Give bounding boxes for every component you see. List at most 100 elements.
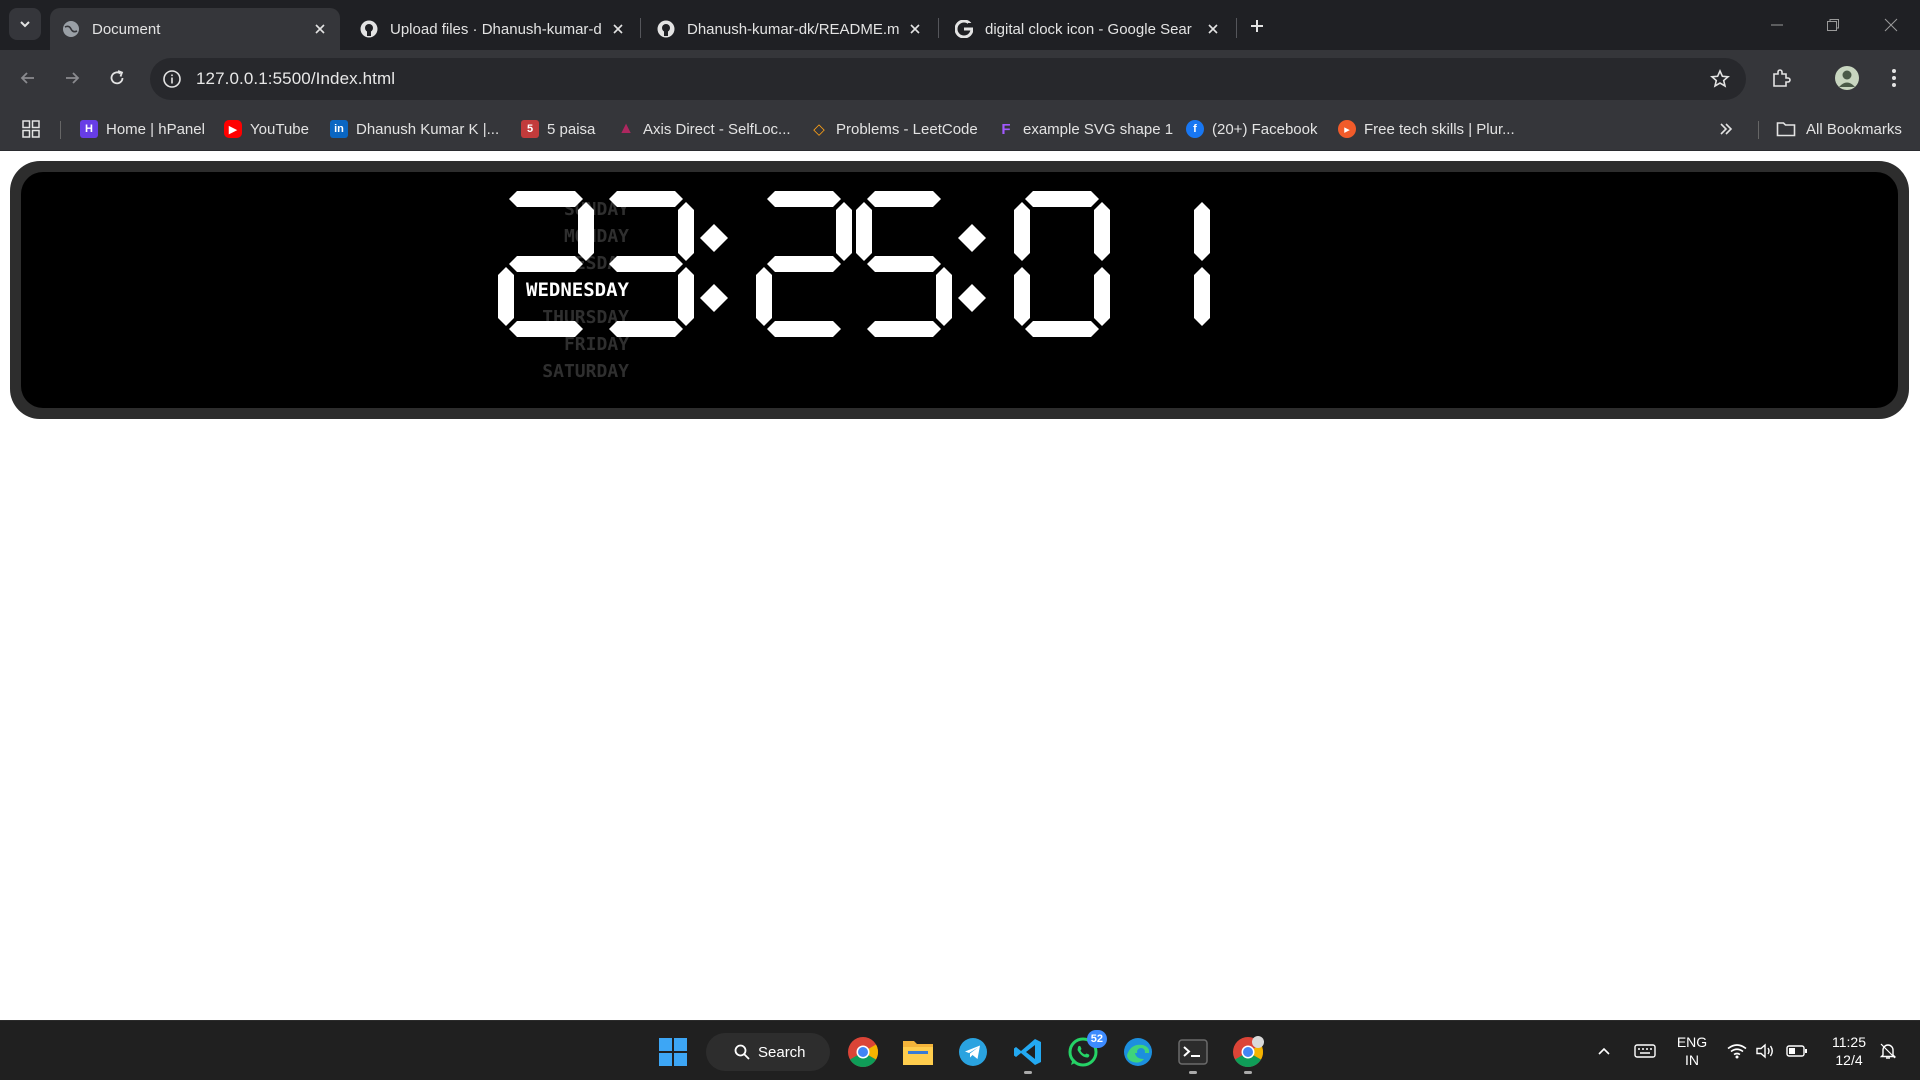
- segment-b: [1194, 202, 1210, 261]
- vscode-icon: [1014, 1039, 1041, 1065]
- menu-button[interactable]: [1878, 62, 1910, 94]
- bookmark-hpanel[interactable]: H Home | hPanel: [80, 117, 205, 141]
- taskbar-search[interactable]: Search: [706, 1033, 830, 1071]
- bookmark-star-icon[interactable]: [1708, 67, 1732, 91]
- digit-5: [1014, 191, 1110, 337]
- tab-search-button[interactable]: [9, 8, 41, 40]
- bookmark-5paisa[interactable]: 5 5 paisa: [521, 117, 595, 141]
- segment-g: [867, 256, 941, 272]
- taskbar-chrome[interactable]: [843, 1032, 883, 1072]
- arrow-right-icon: [66, 72, 80, 84]
- input-language[interactable]: ENG IN: [1672, 1033, 1712, 1069]
- tab-separator: [640, 18, 641, 38]
- segment-a: [509, 191, 583, 207]
- region-code: IN: [1685, 1052, 1699, 1068]
- taskbar-edge[interactable]: [1118, 1032, 1158, 1072]
- segment-e: [1014, 267, 1030, 326]
- bookmark-facebook[interactable]: f (20+) Facebook: [1186, 117, 1317, 141]
- bookmark-axis-direct[interactable]: ▲ Axis Direct - SelfLoc...: [617, 117, 791, 141]
- bookmark-youtube[interactable]: ▶ YouTube: [224, 117, 309, 141]
- tab-document[interactable]: Document: [50, 8, 340, 50]
- bookmark-label: Home | hPanel: [106, 120, 205, 138]
- reload-button[interactable]: [101, 62, 133, 94]
- terminal-icon: [1178, 1039, 1208, 1065]
- linkedin-icon: in: [330, 120, 348, 138]
- reload-icon: [110, 70, 124, 85]
- back-button[interactable]: [12, 62, 44, 94]
- globe-icon: [62, 20, 80, 38]
- github-icon: [657, 20, 675, 38]
- forward-button[interactable]: [56, 62, 88, 94]
- time-digits: [498, 191, 1210, 337]
- extensions-button[interactable]: [1765, 62, 1797, 94]
- colon-1-dot-2: [700, 284, 728, 312]
- digit-1: [498, 191, 594, 337]
- close-icon[interactable]: [608, 19, 628, 39]
- bookmarks-separator: [1758, 121, 1759, 139]
- digit-6: [1194, 202, 1210, 326]
- digit-3: [756, 191, 852, 337]
- file-explorer-icon: [903, 1041, 933, 1065]
- bookmarks-overflow-button[interactable]: [1718, 117, 1734, 141]
- bookmark-pluralsight[interactable]: ▸ Free tech skills | Plur...: [1338, 117, 1515, 141]
- bookmark-label: YouTube: [250, 120, 309, 138]
- notification-center-button[interactable]: [1874, 1031, 1902, 1071]
- google-icon: [955, 20, 973, 38]
- taskbar-chrome-profile[interactable]: [1228, 1032, 1268, 1072]
- segment-b: [1094, 202, 1110, 261]
- minimize-icon: [1771, 24, 1783, 26]
- site-info-icon[interactable]: [160, 67, 184, 91]
- colon-2-dot-1: [958, 224, 986, 252]
- volume-status[interactable]: [1753, 1031, 1779, 1071]
- language-code: ENG: [1676, 1034, 1708, 1050]
- segment-d: [609, 321, 683, 337]
- taskbar-vscode[interactable]: [1008, 1032, 1048, 1072]
- tab-readme[interactable]: Dhanush-kumar-dk/README.m: [645, 8, 935, 50]
- leetcode-icon: ◇: [813, 121, 825, 138]
- new-tab-button[interactable]: [1244, 13, 1270, 39]
- browser-tab-strip: Document Upload files · Dhanush-kumar-d …: [0, 0, 1920, 50]
- segment-b: [836, 202, 852, 261]
- taskbar-terminal[interactable]: [1173, 1032, 1213, 1072]
- bookmark-leetcode[interactable]: ◇ Problems - LeetCode: [810, 117, 978, 141]
- tab-google-search[interactable]: digital clock icon - Google Sear: [943, 8, 1233, 50]
- colon-1-dot-1: [700, 224, 728, 252]
- keyboard-icon: [1634, 1044, 1656, 1058]
- bookmark-linkedin[interactable]: in Dhanush Kumar K |...: [330, 117, 499, 141]
- restore-button[interactable]: [1818, 10, 1848, 40]
- bookmark-label: example SVG shape 1: [1023, 120, 1174, 138]
- all-bookmarks-button[interactable]: All Bookmarks: [1776, 117, 1902, 141]
- page-content: SUNDAY MONDAY TUESDAY WEDNESDAY THURSDAY…: [0, 151, 1920, 1020]
- profile-avatar[interactable]: [1831, 62, 1863, 94]
- running-indicator: [1244, 1071, 1252, 1074]
- windows-start-button[interactable]: [653, 1032, 693, 1072]
- minimize-button[interactable]: [1762, 10, 1792, 40]
- bookmark-label: Axis Direct - SelfLoc...: [643, 120, 791, 138]
- close-window-button[interactable]: [1876, 10, 1906, 40]
- segment-a: [867, 191, 941, 207]
- colon-2-dot-2: [958, 284, 986, 312]
- taskbar-file-explorer[interactable]: [898, 1032, 938, 1072]
- apps-grid-icon: [22, 120, 40, 138]
- chevron-down-icon: [20, 21, 30, 28]
- address-bar[interactable]: 127.0.0.1:5500/Index.html: [150, 58, 1746, 100]
- close-icon[interactable]: [905, 19, 925, 39]
- avatar-icon: [1835, 66, 1859, 90]
- segment-a: [1025, 191, 1099, 207]
- taskbar-whatsapp[interactable]: 52: [1063, 1030, 1107, 1072]
- close-icon[interactable]: [1203, 19, 1223, 39]
- bookmark-svg-shape[interactable]: F example SVG shape 1: [997, 117, 1173, 141]
- taskbar-telegram[interactable]: [953, 1032, 993, 1072]
- windows-taskbar: Search 52 ENG IN 11:25 12/4: [0, 1020, 1920, 1080]
- wifi-status[interactable]: [1724, 1031, 1750, 1071]
- touch-keyboard-button[interactable]: [1630, 1031, 1660, 1071]
- taskbar-clock[interactable]: 11:25 12/4: [1822, 1033, 1876, 1069]
- close-icon[interactable]: [310, 19, 330, 39]
- facebook-icon: f: [1186, 120, 1204, 138]
- battery-status[interactable]: [1783, 1031, 1811, 1071]
- tab-upload-files[interactable]: Upload files · Dhanush-kumar-d: [348, 8, 638, 50]
- apps-button[interactable]: [22, 117, 40, 141]
- segment-c: [1094, 267, 1110, 326]
- segment-d: [867, 321, 941, 337]
- show-hidden-icons-button[interactable]: [1592, 1031, 1616, 1071]
